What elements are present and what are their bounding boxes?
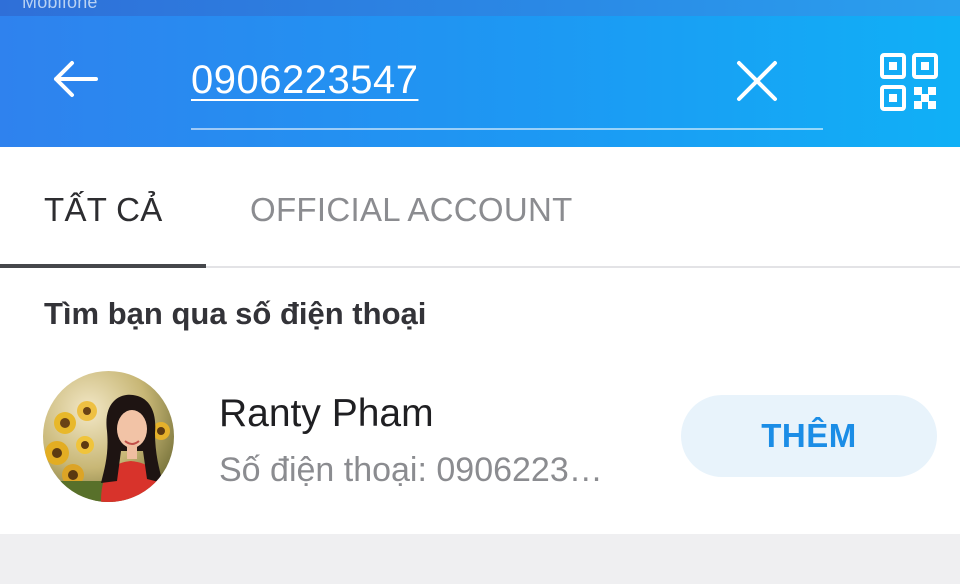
tab-all[interactable]: TẤT CẢ	[44, 191, 163, 229]
back-button[interactable]	[46, 50, 104, 108]
status-bar: Mobifone	[0, 0, 960, 16]
qr-scan-button[interactable]	[876, 50, 942, 114]
contact-name[interactable]: Ranty Pham	[219, 392, 434, 436]
clear-search-button[interactable]	[728, 52, 786, 110]
tab-official-account[interactable]: OFFICIAL ACCOUNT	[250, 191, 573, 229]
carrier-label: Mobifone	[22, 0, 98, 12]
add-friend-button[interactable]: THÊM	[681, 395, 937, 477]
avatar[interactable]	[43, 371, 174, 502]
bottom-spacer	[0, 534, 960, 584]
section-title: Tìm bạn qua số điện thoại	[44, 296, 427, 331]
search-input-value[interactable]: 0906223547	[191, 58, 418, 103]
close-icon	[737, 61, 777, 101]
contact-phone: Số điện thoại: 0906223…	[219, 451, 603, 489]
tab-bar: TẤT CẢ OFFICIAL ACCOUNT	[0, 147, 960, 268]
results-panel: Tìm bạn qua số điện thoại Ranty Pham Số …	[0, 268, 960, 534]
search-header: 0906223547	[0, 16, 960, 147]
arrow-left-icon	[54, 61, 98, 97]
qr-code-icon	[880, 53, 938, 111]
